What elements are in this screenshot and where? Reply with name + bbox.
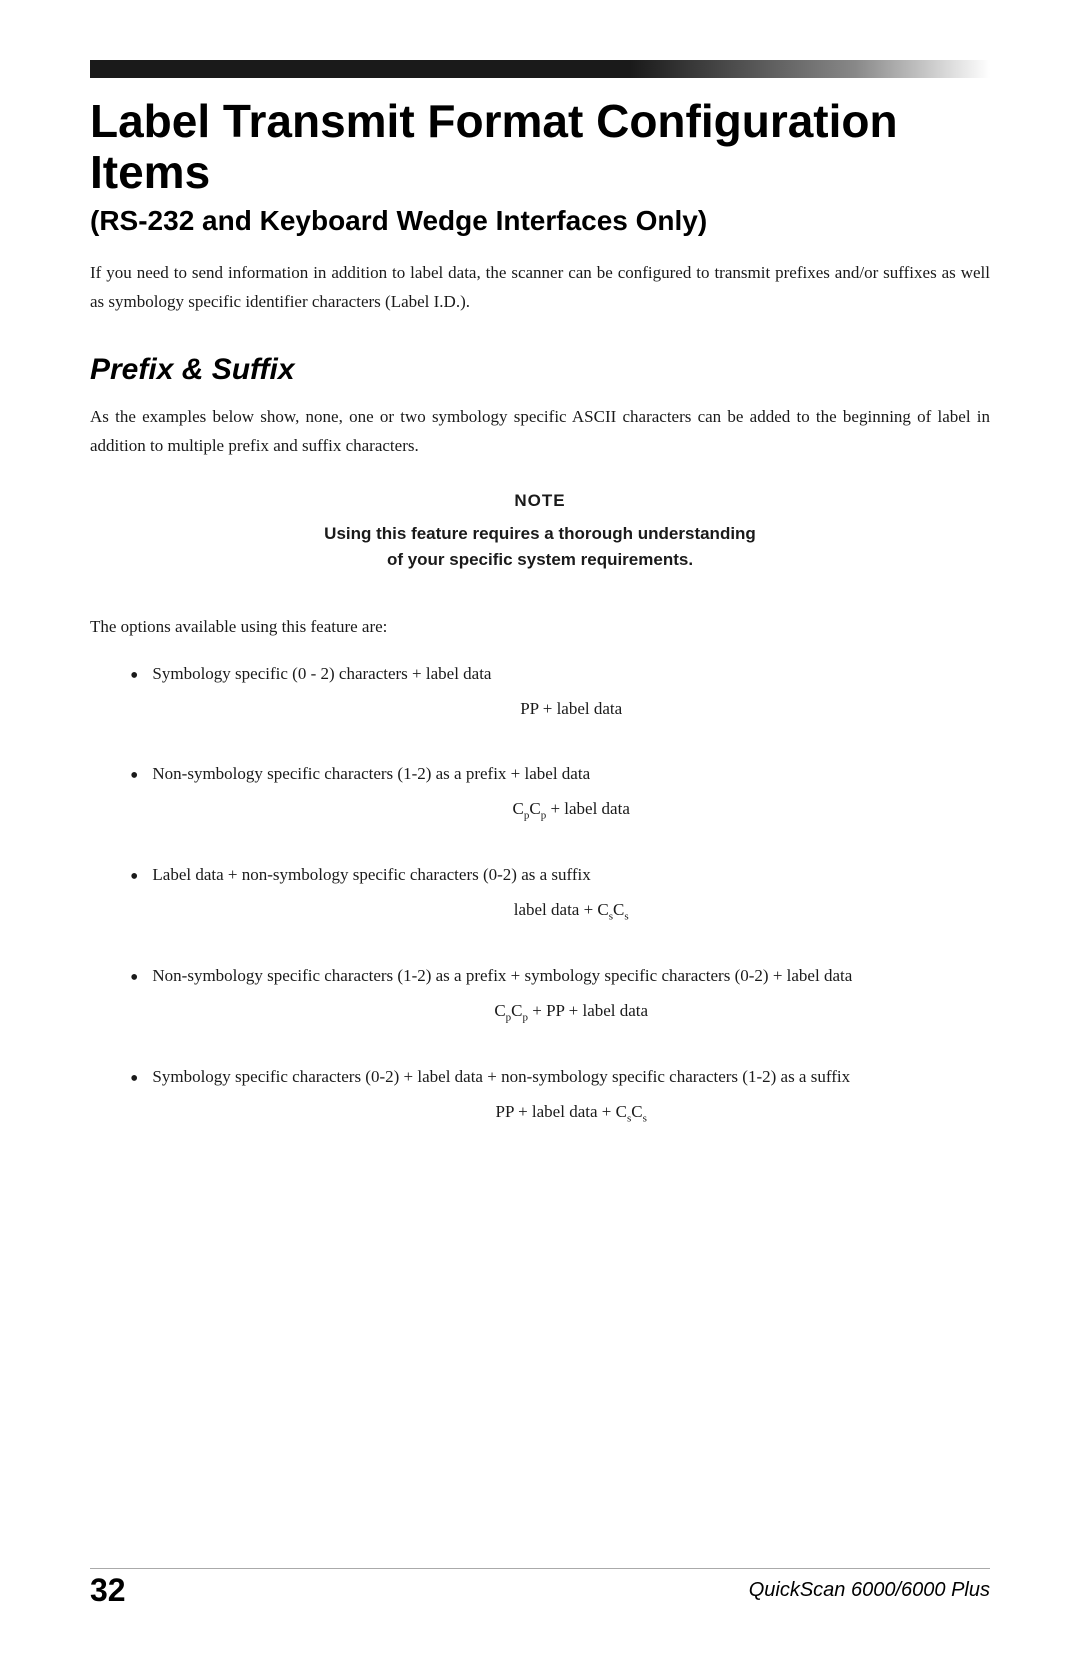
bullet-icon: • <box>130 761 138 792</box>
list-item: • Non-symbology specific characters (1-2… <box>130 962 990 1043</box>
main-title: Label Transmit Format Configuration Item… <box>90 96 990 197</box>
formula: PP + label data + CsCs <box>152 1098 990 1128</box>
bullet-text: Symbology specific (0 - 2) characters + … <box>152 664 491 683</box>
section-paragraph: As the examples below show, none, one or… <box>90 403 990 461</box>
bullet-content: Label data + non-symbology specific char… <box>152 861 990 942</box>
bullet-text: Non-symbology specific characters (1-2) … <box>152 966 852 985</box>
section-title: Prefix & Suffix <box>90 353 990 387</box>
list-item: • Non-symbology specific characters (1-2… <box>130 760 990 841</box>
subtitle: (RS-232 and Keyboard Wedge Interfaces On… <box>90 205 990 237</box>
formula: CpCp + PP + label data <box>152 997 990 1027</box>
bullet-content: Symbology specific (0 - 2) characters + … <box>152 660 990 740</box>
bullet-icon: • <box>130 963 138 994</box>
bullet-list: • Symbology specific (0 - 2) characters … <box>130 660 990 1144</box>
list-item: • Symbology specific characters (0-2) + … <box>130 1063 990 1144</box>
formula: CpCp + label data <box>152 795 990 825</box>
bullet-content: Symbology specific characters (0-2) + la… <box>152 1063 990 1144</box>
formula: label data + CsCs <box>152 896 990 926</box>
bullet-icon: • <box>130 661 138 692</box>
page: Label Transmit Format Configuration Item… <box>0 0 1080 1669</box>
bullet-text: Label data + non-symbology specific char… <box>152 865 590 884</box>
note-block: NOTE Using this feature requires a thoro… <box>150 491 930 574</box>
product-name: QuickScan 6000/6000 Plus <box>749 1579 990 1602</box>
page-number: 32 <box>90 1572 126 1609</box>
list-item: • Label data + non-symbology specific ch… <box>130 861 990 942</box>
footer: 32 QuickScan 6000/6000 Plus <box>90 1572 990 1609</box>
list-item: • Symbology specific (0 - 2) characters … <box>130 660 990 740</box>
options-intro: The options available using this feature… <box>90 613 990 642</box>
note-text: Using this feature requires a thorough u… <box>150 521 930 574</box>
formula: PP + label data <box>152 695 990 724</box>
header-gradient-bar <box>90 60 990 78</box>
bullet-content: Non-symbology specific characters (1-2) … <box>152 962 990 1043</box>
note-label: NOTE <box>150 491 930 511</box>
footer-divider <box>90 1568 990 1569</box>
bullet-icon: • <box>130 1064 138 1095</box>
intro-paragraph: If you need to send information in addit… <box>90 259 990 317</box>
bullet-content: Non-symbology specific characters (1-2) … <box>152 760 990 841</box>
bullet-icon: • <box>130 862 138 893</box>
bullet-text: Symbology specific characters (0-2) + la… <box>152 1067 850 1086</box>
bullet-text: Non-symbology specific characters (1-2) … <box>152 764 590 783</box>
